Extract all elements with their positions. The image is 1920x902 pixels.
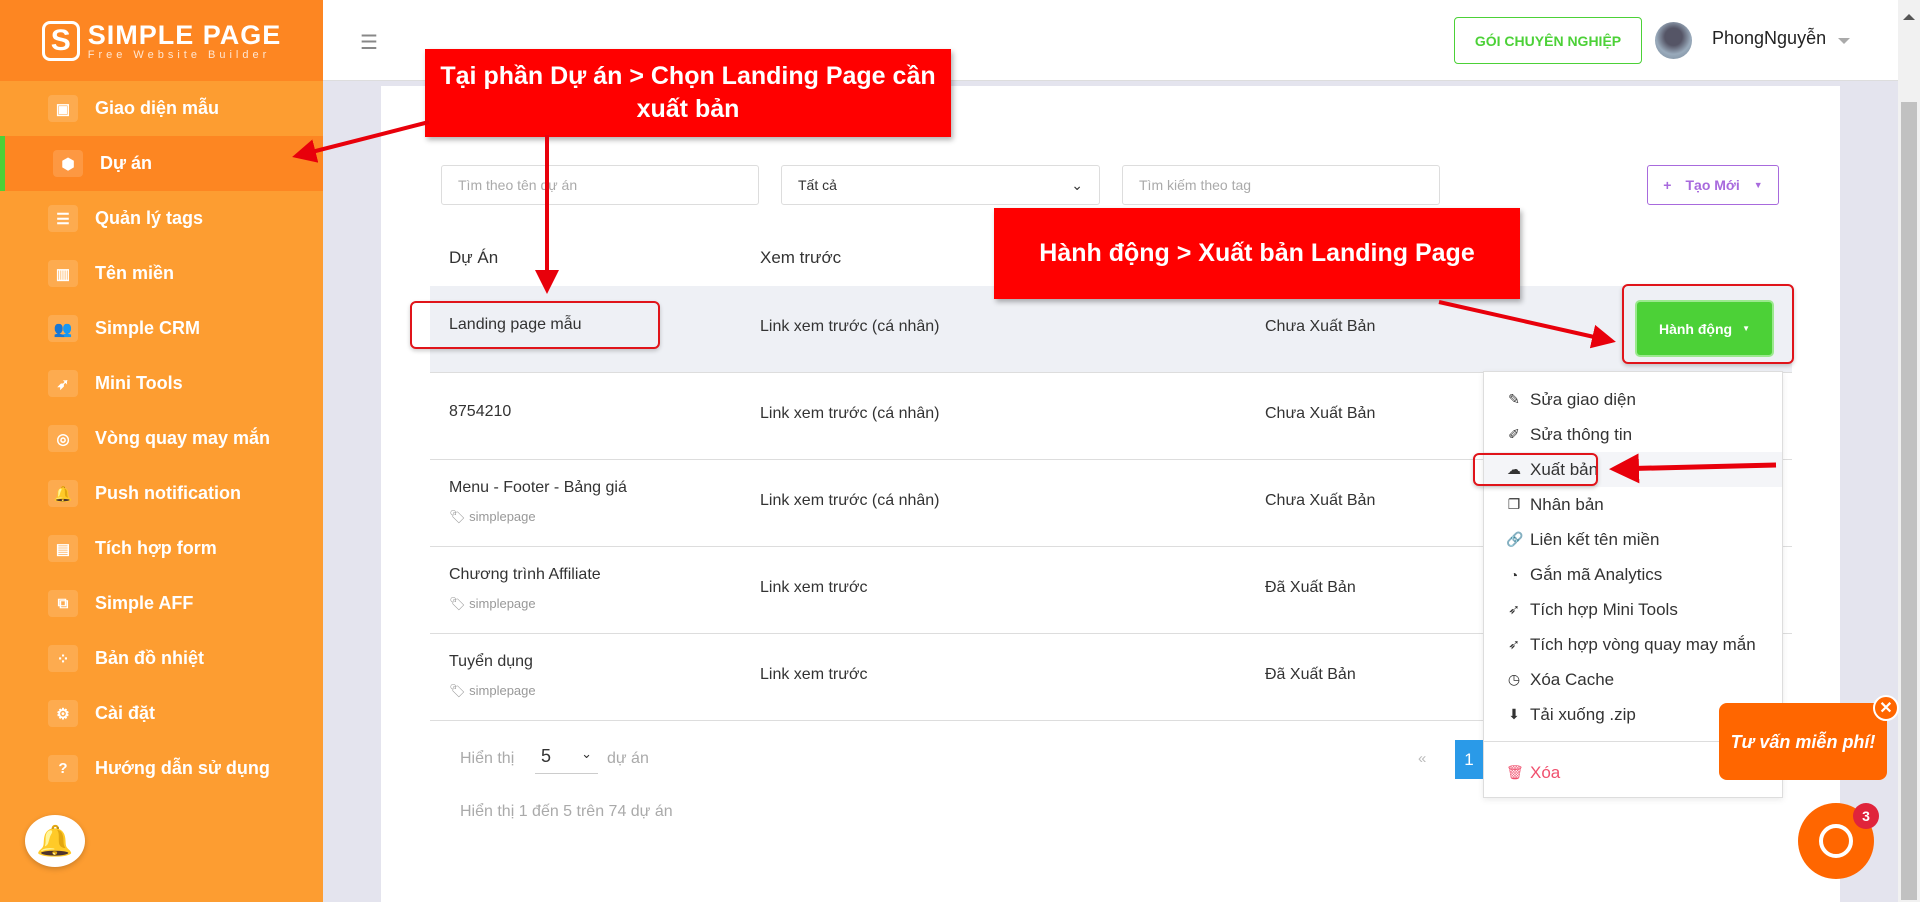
chat-badge: 3: [1853, 803, 1879, 829]
annotation-arrows: [292, 120, 1777, 484]
chat-icon: [1819, 824, 1853, 858]
arrow-to-sidebar: [292, 120, 430, 163]
close-icon[interactable]: ✕: [1873, 695, 1899, 721]
arrow-to-publish: [1609, 453, 1777, 484]
arrow-to-action: [1438, 300, 1616, 349]
chat-bubble[interactable]: Tư vấn miễn phí!: [1719, 703, 1887, 780]
